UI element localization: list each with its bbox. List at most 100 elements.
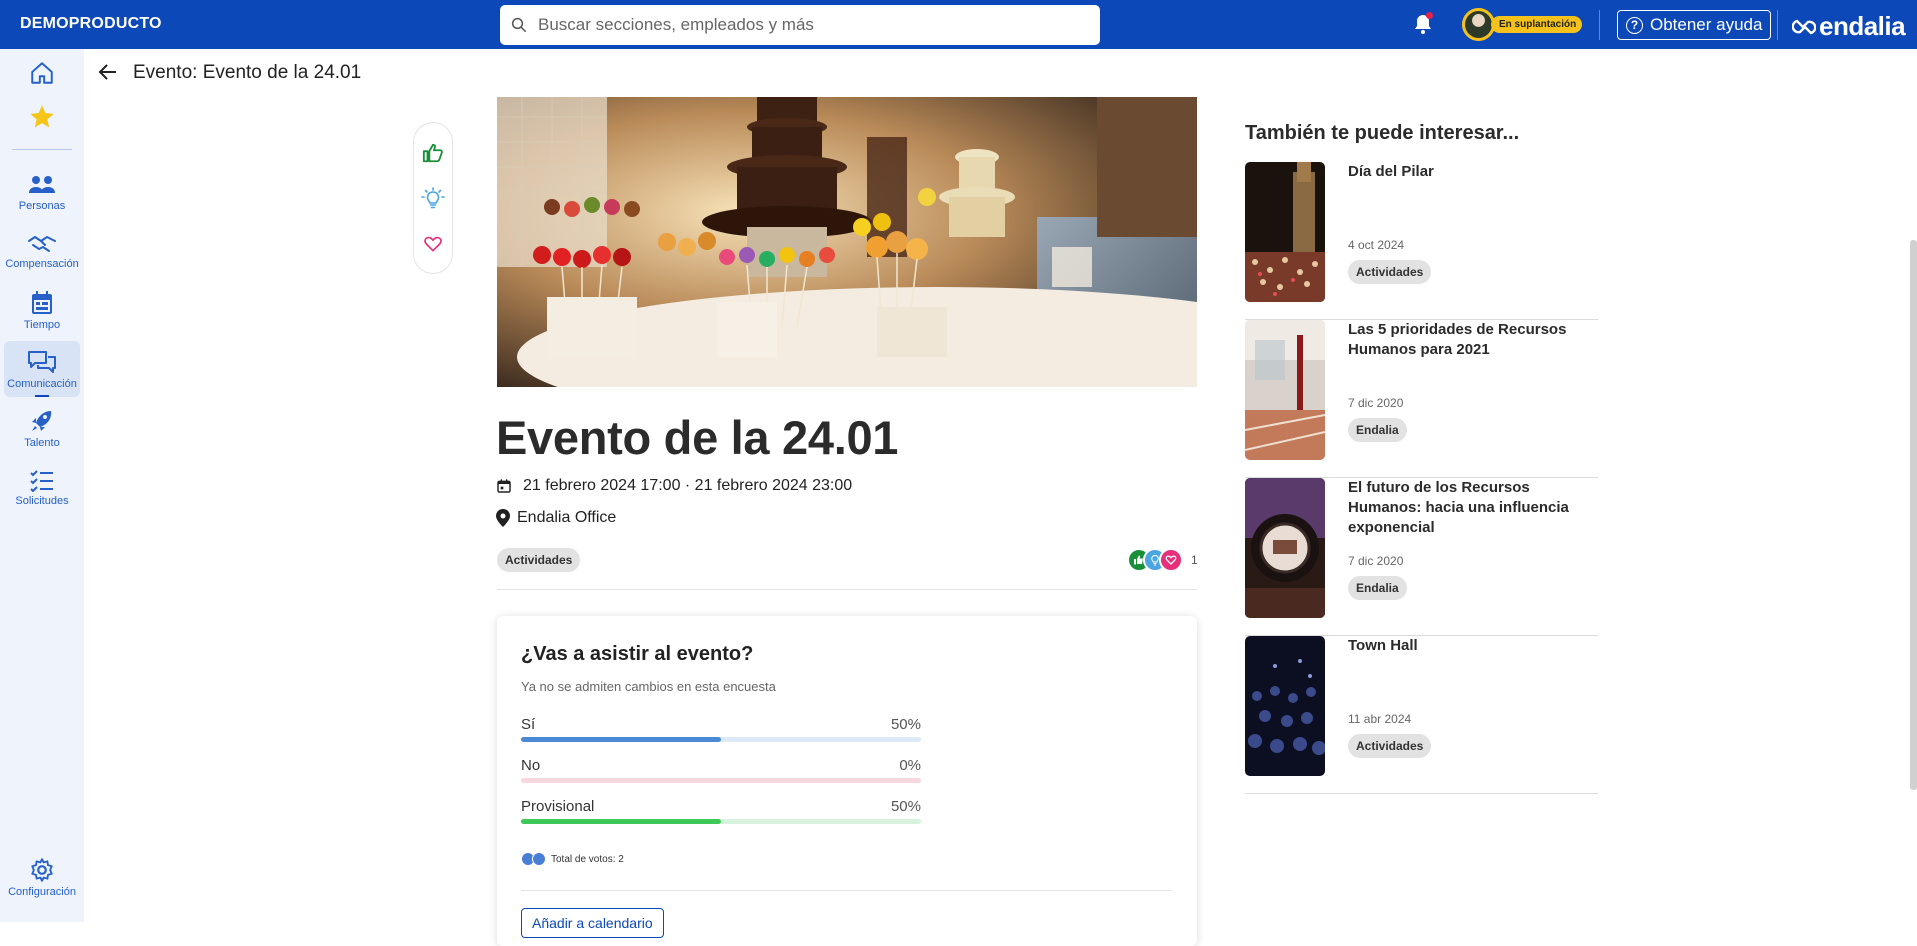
option-label: Provisional — [521, 798, 595, 815]
divider — [521, 890, 1171, 891]
option-percent: 0% — [899, 757, 921, 774]
option-percent: 50% — [890, 798, 921, 815]
related-category-chip[interactable]: Actividades — [1348, 734, 1432, 758]
related-thumbnail — [1245, 162, 1325, 302]
event-location-row: Endalia Office — [496, 509, 616, 527]
impersonation-label: En suplantación — [1491, 16, 1583, 33]
related-title: Las 5 prioridades de Recursos Humanos pa… — [1348, 321, 1567, 358]
option-label: No — [521, 757, 541, 774]
related-title: Día del Pilar — [1348, 163, 1434, 180]
event-location: Endalia Office — [517, 509, 617, 526]
sidebar-item-configuracion[interactable]: Configuración — [4, 849, 80, 905]
event-hero-image — [497, 97, 1197, 387]
heart-icon[interactable] — [423, 234, 443, 254]
survey-option-si: Sí 50% — [521, 716, 921, 742]
chocolate-fountain-illustration — [497, 97, 1197, 387]
sidebar-item-favorites[interactable] — [4, 97, 80, 137]
company-name[interactable]: DEMOPRODUCTO — [20, 15, 162, 33]
sidebar-item-label: Configuración — [8, 885, 76, 898]
related-item[interactable]: Las 5 prioridades de Recursos Humanos pa… — [1245, 320, 1598, 478]
sidebar-item-label: Comunicación — [7, 377, 77, 390]
sidebar: Personas Compensación Tiempo Comunicació… — [0, 49, 84, 922]
related-date: 4 oct 2024 — [1348, 238, 1405, 252]
sidebar-divider — [12, 149, 72, 150]
sidebar-item-personas[interactable]: Personas — [4, 164, 80, 220]
sidebar-item-label: Tiempo — [23, 318, 61, 331]
sidebar-item-tiempo[interactable]: Tiempo — [4, 282, 80, 338]
checklist-icon — [30, 469, 53, 492]
sidebar-item-solicitudes[interactable]: Solicitudes — [4, 459, 80, 515]
search-input[interactable] — [538, 15, 1078, 35]
chat-icon — [28, 350, 56, 373]
search-box[interactable] — [500, 5, 1100, 45]
divider — [497, 589, 1197, 590]
reactions-summary[interactable]: 1 — [1127, 548, 1198, 572]
location-pin-icon — [496, 509, 510, 527]
related-thumbnail — [1245, 636, 1325, 776]
help-button[interactable]: ? Obtener ayuda — [1617, 10, 1772, 40]
total-votes: Total de votos: 2 — [521, 852, 624, 866]
survey-option-provisional: Provisional 50% — [521, 798, 921, 824]
sidebar-item-label: Talento — [24, 436, 60, 449]
sidebar-item-label: Personas — [18, 199, 66, 212]
related-date: 11 abr 2024 — [1348, 712, 1412, 726]
page-title: Evento: Evento de la 24.01 — [133, 62, 362, 83]
help-label: Obtener ayuda — [1650, 15, 1763, 34]
related-title: El futuro de los Recursos Humanos: hacia… — [1348, 479, 1569, 536]
search-icon — [511, 17, 527, 33]
star-icon — [30, 105, 54, 128]
option-bar — [521, 778, 921, 783]
impersonation-badge[interactable]: En suplantación — [1462, 8, 1583, 41]
add-to-calendar-button[interactable]: Añadir a calendario — [521, 908, 664, 938]
sidebar-item-label: Compensación — [5, 257, 79, 270]
sidebar-item-talento[interactable]: Talento — [4, 400, 80, 456]
related-item[interactable]: Día del Pilar 4 oct 2024 Actividades — [1245, 162, 1598, 320]
back-arrow-icon[interactable] — [96, 60, 120, 84]
total-votes-label: Total de votos: 2 — [551, 853, 624, 865]
related-item[interactable]: El futuro de los Recursos Humanos: hacia… — [1245, 478, 1598, 636]
endalia-logo[interactable]: endalia — [1792, 11, 1906, 42]
logo-text: endalia — [1819, 11, 1906, 41]
sidebar-item-compensacion[interactable]: Compensación — [4, 223, 80, 279]
related-item[interactable]: Town Hall 11 abr 2024 Actividades — [1245, 636, 1598, 794]
option-bar — [521, 737, 921, 742]
sidebar-item-home[interactable] — [4, 53, 80, 93]
sidebar-item-label: Solicitudes — [15, 494, 69, 507]
related-category-chip[interactable]: Endalia — [1348, 418, 1407, 442]
notification-dot — [1426, 12, 1433, 19]
related-title: Town Hall — [1348, 637, 1418, 654]
page-scrollbar[interactable] — [1910, 240, 1917, 790]
option-label: Sí — [521, 716, 536, 733]
sidebar-item-comunicacion[interactable]: Comunicación — [4, 341, 80, 397]
event-dates-row: 21 febrero 2024 17:00 · 21 febrero 2024 … — [496, 477, 852, 495]
people-icon — [29, 175, 55, 193]
voters-icon — [521, 852, 546, 866]
related-category-chip[interactable]: Endalia — [1348, 576, 1407, 600]
handshake-icon — [28, 235, 56, 252]
active-indicator — [35, 395, 49, 397]
related-category-chip[interactable]: Actividades — [1348, 260, 1432, 284]
related-date: 7 dic 2020 — [1348, 396, 1404, 410]
survey-question: ¿Vas a asistir al evento? — [521, 643, 754, 665]
top-bar: DEMOPRODUCTO En suplantación ? Obtener a… — [0, 0, 1917, 49]
divider — [1777, 10, 1778, 40]
option-bar — [521, 819, 921, 824]
heart-icon — [1159, 548, 1183, 572]
survey-note: Ya no se admiten cambios en esta encuest… — [521, 679, 776, 694]
event-dates: 21 febrero 2024 17:00 · 21 febrero 2024 … — [523, 477, 853, 494]
survey-card: ¿Vas a asistir al evento? Ya no se admit… — [497, 616, 1197, 946]
rocket-icon — [32, 410, 52, 431]
related-date: 7 dic 2020 — [1348, 554, 1404, 568]
thumbs-up-icon[interactable] — [422, 142, 444, 164]
reactions-count: 1 — [1191, 553, 1198, 567]
reaction-toolbar — [413, 122, 453, 274]
calendar-icon — [32, 290, 52, 314]
option-percent: 50% — [890, 716, 921, 733]
event-category-chip[interactable]: Actividades — [497, 548, 581, 572]
lightbulb-icon[interactable] — [421, 187, 445, 211]
survey-option-no: No 0% — [521, 757, 921, 783]
help-icon: ? — [1626, 16, 1643, 34]
option-bar-fill — [521, 819, 721, 824]
home-icon — [31, 62, 53, 84]
calendar-icon — [497, 479, 511, 493]
